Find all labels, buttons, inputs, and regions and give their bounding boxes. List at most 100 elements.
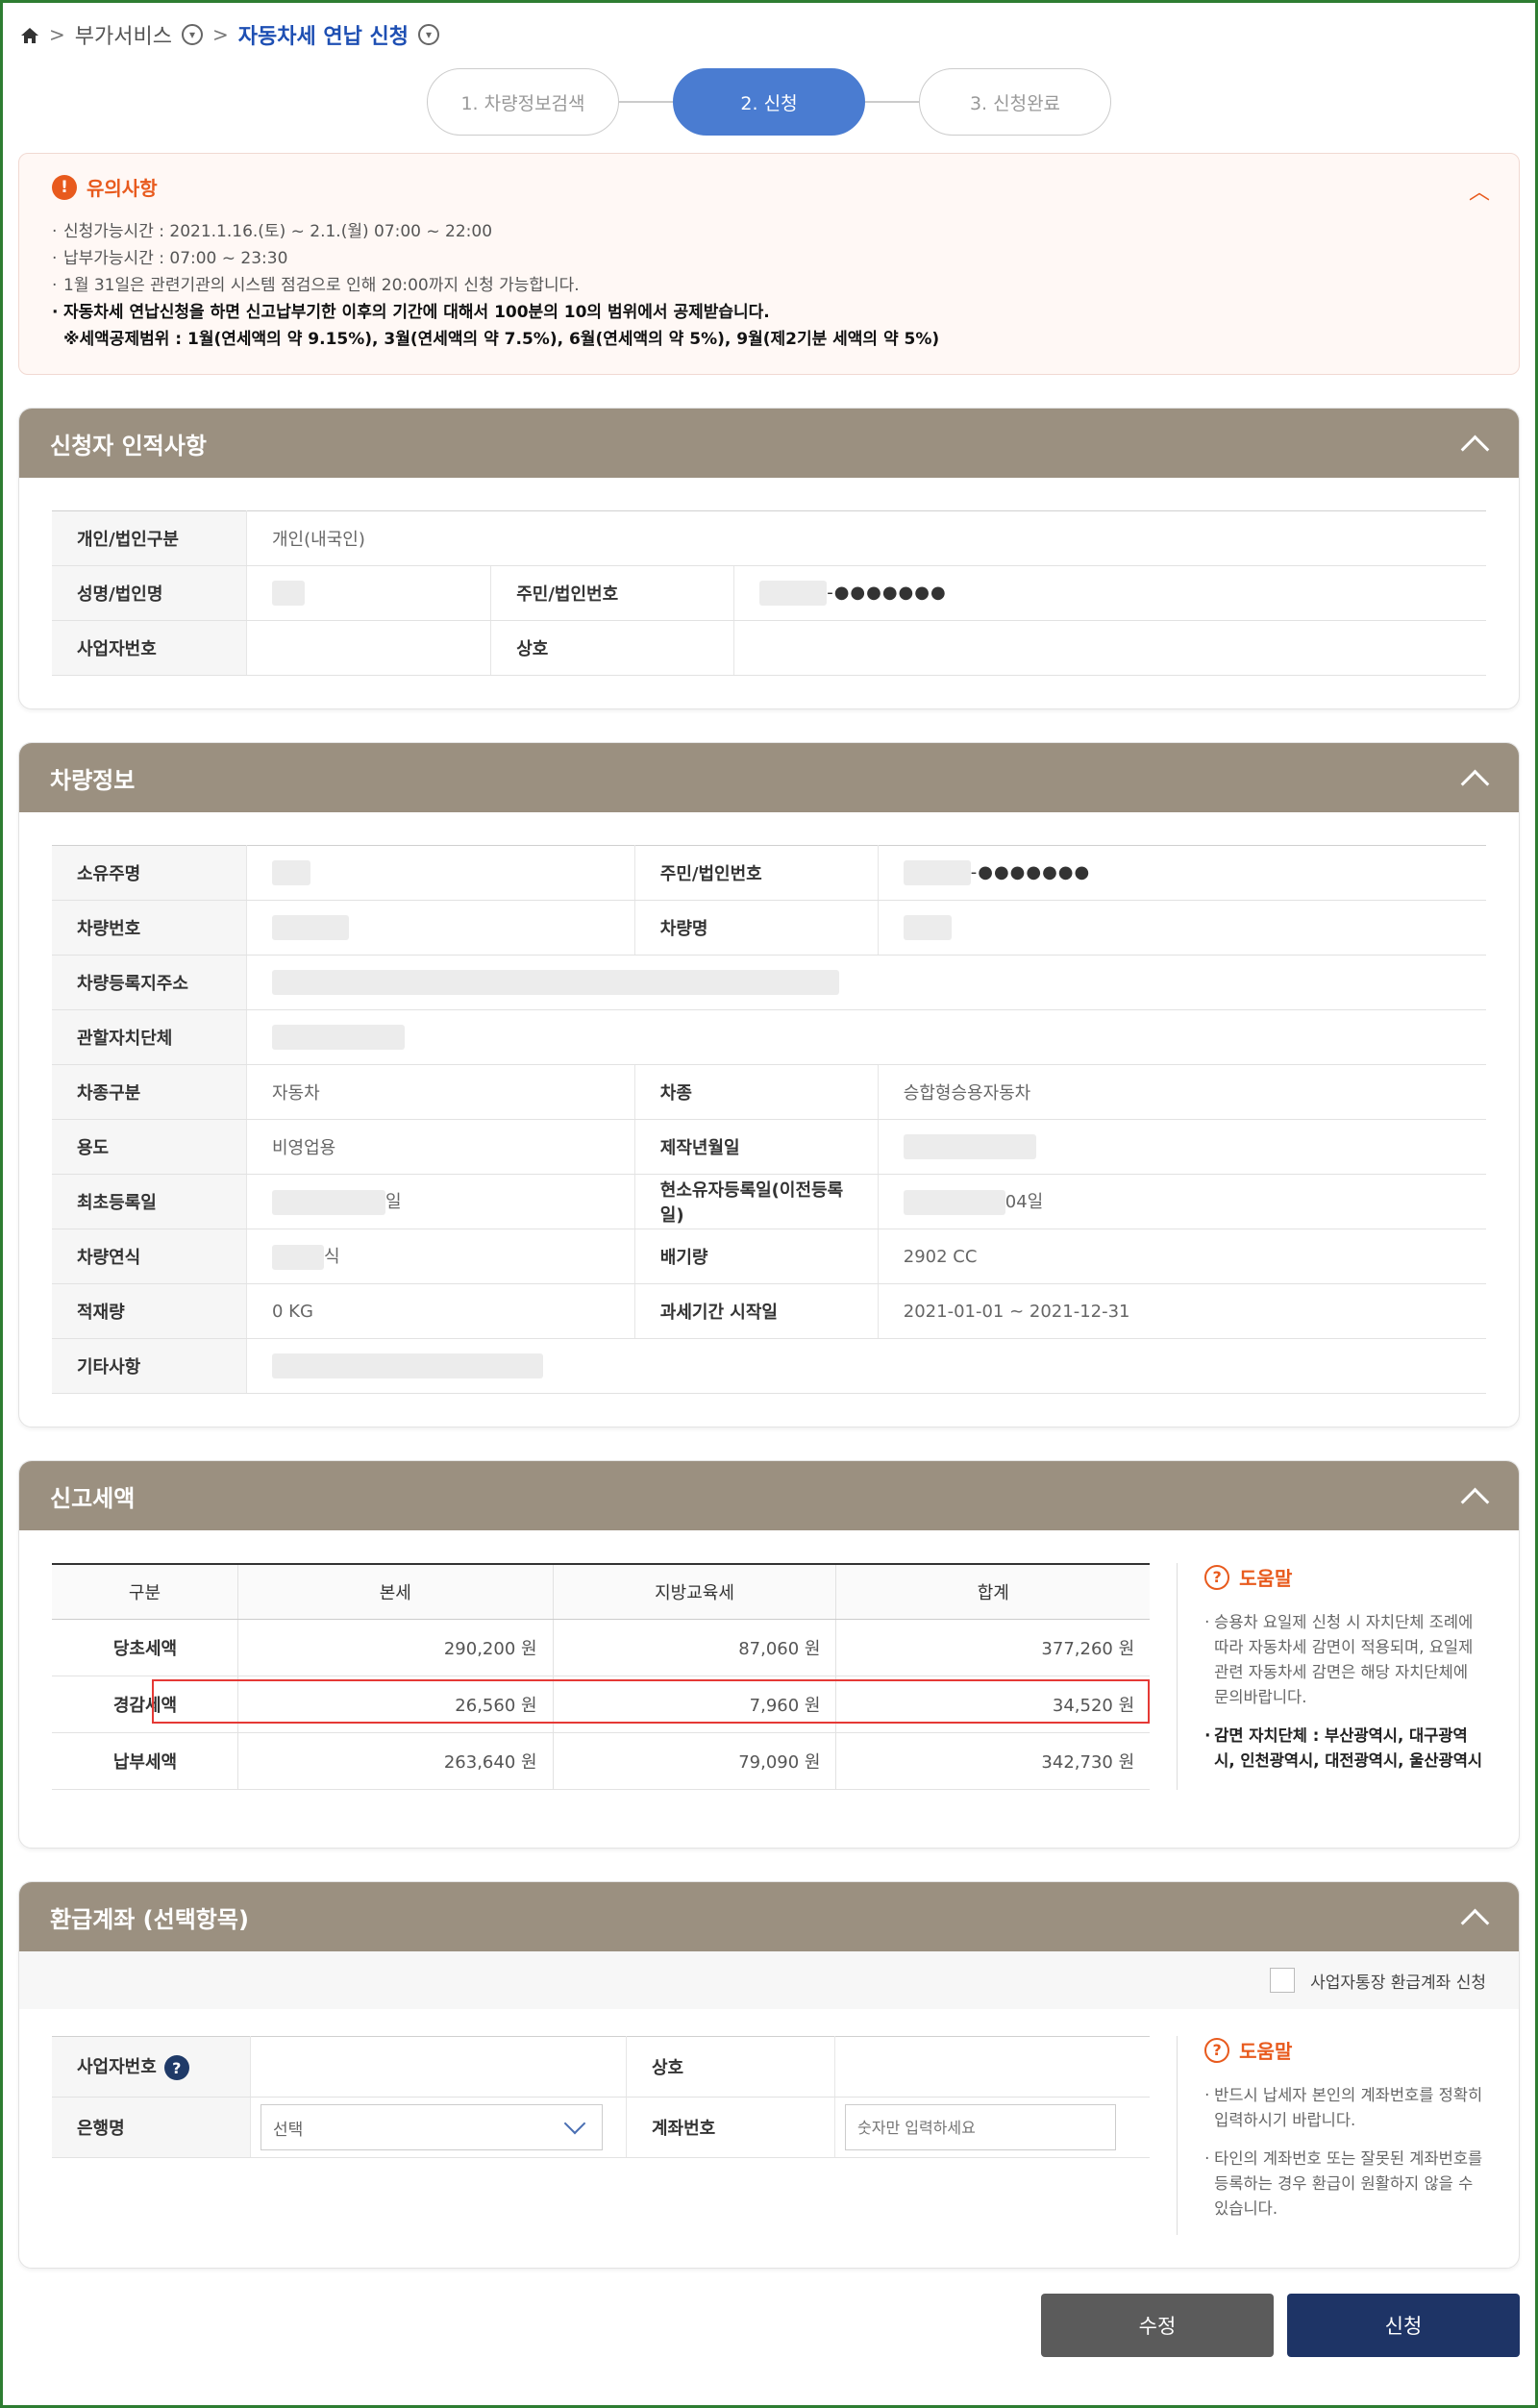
cell: 342,730 원 <box>835 1732 1151 1790</box>
value-redacted <box>878 900 1486 956</box>
table-row: 적재량 0 KG 과세기간 시작일 2021-01-01 ~ 2021-12-3… <box>52 1283 1486 1339</box>
notice-item: ※세액공제범위 : 1월(연세액의 약 9.15%), 3월(연세액의 약 7.… <box>63 330 940 349</box>
row-header: 경감세액 <box>52 1676 238 1733</box>
value-redacted <box>246 845 635 901</box>
label: 배기량 <box>633 1229 879 1284</box>
panel-header: 환급계좌 (선택항목) <box>19 1882 1519 1951</box>
label: 기타사항 <box>52 1338 247 1394</box>
step-connector <box>619 101 673 103</box>
breadcrumb-level2[interactable]: 자동차세 연납 신청 <box>238 19 409 50</box>
bank-select[interactable]: 선택 <box>260 2104 603 2150</box>
table-row: 소유주명 주민/법인번호 -●●●●●●● <box>52 845 1486 901</box>
bank-selected: 선택 <box>273 2120 304 2140</box>
company-cell <box>834 2036 1151 2098</box>
notice-item: 1월 31일은 관련기관의 시스템 점검으로 인해 20:00까지 신청 가능합… <box>52 272 1486 299</box>
table-row: 납부세액 263,640 원 79,090 원 342,730 원 <box>52 1732 1151 1790</box>
label: 차량명 <box>633 900 879 956</box>
value-redacted <box>246 955 1486 1010</box>
applicant-table: 개인/법인구분 개인(내국인) 성명/법인명 주민/법인번호 -●●●●●●● … <box>52 510 1486 676</box>
tax-panel: 신고세액 구분 본세 지방교육세 합계 당초세액 290,200 원 87,06… <box>18 1460 1520 1849</box>
value: 승합형승용자동차 <box>878 1064 1486 1120</box>
value-redacted: -●●●●●●● <box>878 845 1486 901</box>
label: 차량등록지주소 <box>52 955 247 1010</box>
panel-header: 신청자 인적사항 <box>19 409 1519 478</box>
label: 소유주명 <box>52 845 247 901</box>
table-row: 은행명 선택 계좌번호 <box>52 2097 1151 2158</box>
value-redacted <box>246 1338 1486 1394</box>
breadcrumb-separator-icon: > <box>211 23 229 46</box>
value: 개인(내국인) <box>246 510 1486 566</box>
help-title: ? 도움말 <box>1204 2036 1486 2064</box>
label: 차량연식 <box>52 1229 247 1284</box>
value-redacted: 04일 <box>878 1174 1486 1229</box>
table-header-row: 구분 본세 지방교육세 합계 <box>52 1564 1151 1620</box>
account-number-input[interactable] <box>845 2104 1116 2150</box>
value: 0 KG <box>246 1283 635 1339</box>
redacted-block <box>272 1190 385 1215</box>
label: 개인/법인구분 <box>52 510 247 566</box>
table-row: 관할자치단체 <box>52 1009 1486 1065</box>
label: 제작년월일 <box>633 1119 879 1175</box>
chevron-up-icon[interactable] <box>1459 762 1490 793</box>
refund-table: 사업자번호? 상호 은행명 선택 계좌번호 숫자만 입력하세요 <box>52 2036 1151 2158</box>
notice-item: 자동차세 연납신청을 하면 신고납부기한 이후의 기간에 대해서 100분의 1… <box>52 299 1486 326</box>
label: 주민/법인번호 <box>633 845 879 901</box>
breadcrumb-level1[interactable]: 부가서비스 <box>75 19 172 50</box>
help-box: ? 도움말 반드시 납세자 본인의 계좌번호를 정확히 입력하시기 바랍니다. … <box>1177 2036 1486 2235</box>
label: 상호 <box>490 620 735 676</box>
home-icon[interactable] <box>20 26 39 43</box>
value-redacted: -●●●●●●● <box>733 565 1486 621</box>
table-row: 차량연식 식 배기량 2902 CC <box>52 1229 1486 1284</box>
refund-option-bar: 사업자통장 환급계좌 신청 <box>19 1951 1519 2009</box>
chevron-up-icon[interactable] <box>1459 1480 1490 1511</box>
panel-title: 신청자 인적사항 <box>50 432 207 459</box>
value: 비영업용 <box>246 1119 635 1175</box>
redacted-block <box>903 1190 1005 1215</box>
redacted-block <box>272 915 349 940</box>
help-text-bold: 감면 자치단체 : 부산광역시, 대구광역시, 인천광역시, 대전광역시, 울산… <box>1204 1724 1486 1774</box>
help-text: 타인의 계좌번호 또는 잘못된 계좌번호를 등록하는 경우 환급이 원활하지 않… <box>1204 2147 1486 2222</box>
value: 자동차 <box>246 1064 635 1120</box>
cell: 79,090 원 <box>553 1732 837 1790</box>
row-header: 당초세액 <box>52 1619 238 1676</box>
label: 차종구분 <box>52 1064 247 1120</box>
column-header: 지방교육세 <box>553 1564 837 1620</box>
apply-button[interactable]: 신청 <box>1287 2294 1520 2357</box>
date-suffix: 일 <box>385 1192 402 1212</box>
chevron-up-icon[interactable] <box>1459 1901 1490 1932</box>
table-row-highlighted: 경감세액 26,560 원 7,960 원 34,520 원 <box>52 1676 1151 1733</box>
question-icon[interactable]: ? <box>163 2055 189 2080</box>
cell: 263,640 원 <box>237 1732 554 1790</box>
redacted-block <box>272 970 839 995</box>
tax-table: 구분 본세 지방교육세 합계 당초세액 290,200 원 87,060 원 3… <box>52 1563 1151 1790</box>
edit-button[interactable]: 수정 <box>1041 2294 1274 2357</box>
table-row: 개인/법인구분 개인(내국인) <box>52 510 1486 566</box>
row-header: 납부세액 <box>52 1732 238 1790</box>
column-header: 구분 <box>52 1564 238 1620</box>
value-redacted <box>246 565 491 621</box>
chevron-up-icon[interactable] <box>1459 428 1490 459</box>
label: 관할자치단체 <box>52 1009 247 1065</box>
warning-icon: ! <box>52 174 77 200</box>
masked-id: -●●●●●●● <box>827 583 947 603</box>
help-text: 승용차 요일제 신청 시 자치단체 조례에 따라 자동차세 감면이 적용되며, … <box>1204 1610 1486 1710</box>
chevron-down-icon[interactable]: ▾ <box>417 24 439 45</box>
year-suffix: 식 <box>324 1247 340 1267</box>
label: 주민/법인번호 <box>490 565 735 621</box>
column-header: 본세 <box>237 1564 554 1620</box>
chevron-down-icon[interactable]: ▾ <box>181 24 203 45</box>
panel-header: 신고세액 <box>19 1461 1519 1530</box>
chevron-up-icon[interactable]: ︿ <box>1469 175 1490 206</box>
breadcrumb-separator-icon: > <box>49 23 65 46</box>
table-row: 사업자번호? 상호 <box>52 2036 1151 2098</box>
panel-title: 차량정보 <box>50 766 136 794</box>
label: 최초등록일 <box>52 1174 247 1229</box>
panel-title: 환급계좌 (선택항목) <box>50 1905 249 1933</box>
redacted-block <box>903 860 971 885</box>
label: 은행명 <box>52 2097 251 2158</box>
label: 차량번호 <box>52 900 247 956</box>
action-buttons: 수정 신청 <box>18 2294 1520 2357</box>
business-account-checkbox[interactable] <box>1270 1968 1296 1993</box>
label: 차종 <box>633 1064 879 1120</box>
redacted-block <box>272 1245 324 1270</box>
